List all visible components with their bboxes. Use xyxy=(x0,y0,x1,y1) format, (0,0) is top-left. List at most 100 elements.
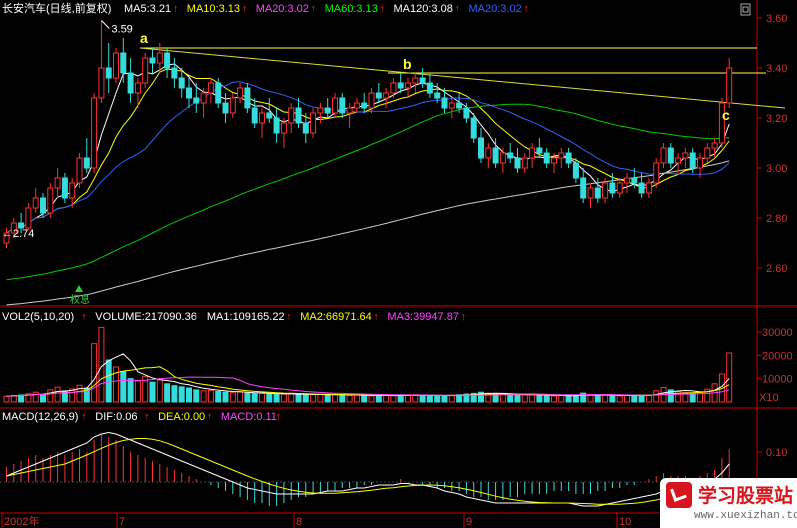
candle-body xyxy=(317,107,324,114)
volume-bar xyxy=(127,378,134,403)
volume-bar xyxy=(105,359,112,403)
candle-body xyxy=(156,52,163,64)
candle-body xyxy=(149,57,156,64)
price-axis: 3.60 3.40 3.20 3.00 2.80 2.60 xyxy=(757,13,787,275)
candle-body xyxy=(69,182,76,199)
window-restore-icon[interactable] xyxy=(740,3,751,16)
candle-body xyxy=(127,72,134,94)
candle-body xyxy=(536,147,543,154)
candle-body xyxy=(711,142,718,149)
volume-bar xyxy=(536,394,543,403)
candle-body xyxy=(186,87,192,99)
header-label: MA1:109165.22 xyxy=(207,311,285,323)
candle-body xyxy=(324,107,331,114)
price-tick-label: 3.20 xyxy=(766,113,787,125)
candle-body xyxy=(76,157,83,184)
volume-bar xyxy=(383,394,390,403)
ma5-line xyxy=(6,63,730,234)
candle-body xyxy=(332,97,338,114)
volume-bar xyxy=(594,394,601,403)
up-arrow-icon: ↑ xyxy=(242,3,248,15)
volume-bar xyxy=(332,394,338,403)
volume-bar xyxy=(251,393,258,403)
up-arrow-icon: ↑ xyxy=(461,311,467,323)
header-label: VOL2(5,10,20) xyxy=(2,311,74,323)
candle-body xyxy=(361,102,368,109)
price-tick-label: 2.80 xyxy=(766,213,787,225)
volume-bar xyxy=(353,394,360,403)
macd-lines xyxy=(6,431,730,507)
up-arrow-icon: ↑ xyxy=(380,3,386,15)
volume-bar xyxy=(237,391,244,403)
up-arrow-icon: ↑ xyxy=(523,3,529,15)
volume-tick-label: 30000 xyxy=(762,327,793,339)
price-tick-label: 3.00 xyxy=(766,163,787,175)
price-tick-label: 2.60 xyxy=(766,263,787,275)
candle-body xyxy=(229,97,236,114)
candle-body xyxy=(638,182,645,194)
candle-body xyxy=(295,107,302,124)
candle-body xyxy=(726,67,733,104)
up-arrow-icon: ↑ xyxy=(311,3,317,15)
downtrend-line xyxy=(139,47,786,109)
volume-bar xyxy=(638,395,645,403)
volume-bar xyxy=(558,394,565,403)
time-label: 7 xyxy=(119,516,125,528)
candle-body xyxy=(645,182,652,194)
candle-body xyxy=(667,147,674,164)
candle-body xyxy=(594,187,601,199)
volume-bar xyxy=(91,343,98,403)
up-arrow-icon: ↑ xyxy=(373,311,379,323)
candle-body xyxy=(266,112,273,119)
candle-body xyxy=(412,77,419,84)
candle-body xyxy=(580,177,587,199)
candle-body xyxy=(193,97,200,104)
candle-body xyxy=(624,177,630,184)
volume-bar xyxy=(645,394,652,403)
chart-annotations: 3.59 ←2.74 权息 a b c xyxy=(2,20,730,306)
candle-body xyxy=(98,67,105,99)
volume-bar xyxy=(441,395,448,403)
candle-body xyxy=(390,82,397,94)
price-indicator-header: 长安汽车(日线,前复权) MA5:3.21 ↑ MA10:3.13 ↑ MA20:3.02… xyxy=(2,1,529,15)
volume-bar xyxy=(273,393,280,403)
candle-body xyxy=(704,147,711,159)
trendlines xyxy=(139,47,786,109)
candle-body xyxy=(697,157,703,169)
up-arrow-icon: ↑ xyxy=(81,411,87,423)
candle-body xyxy=(419,77,426,84)
volume-axis: 30000 20000 10000 X10 xyxy=(757,327,793,404)
price-tick-label: 3.60 xyxy=(766,13,787,25)
candle-body xyxy=(368,92,375,109)
candle-body xyxy=(485,147,492,159)
candle-body xyxy=(609,182,616,194)
volume-bar xyxy=(229,392,236,403)
volume-bar xyxy=(726,352,733,403)
candle-body xyxy=(405,82,411,89)
pattern-point-label: c xyxy=(722,107,730,123)
candle-body xyxy=(200,92,207,104)
volume-bar xyxy=(156,379,163,403)
candle-body xyxy=(25,207,32,229)
volume-bar xyxy=(32,391,39,403)
candle-body xyxy=(470,117,477,139)
up-arrow-icon: ↑ xyxy=(173,3,179,15)
ma10-line xyxy=(6,68,730,234)
volume-bar xyxy=(565,395,572,403)
candle-body xyxy=(675,157,682,164)
volume-bar xyxy=(171,385,178,403)
macd-axis: 0.10 xyxy=(757,447,787,459)
candle-body xyxy=(478,137,484,159)
candle-body xyxy=(339,97,346,114)
volume-bar xyxy=(448,394,455,403)
volume-indicator-header: VOL2(5,10,20) ↑ VOLUME:217090.36↑ MA1:10916… xyxy=(2,311,466,323)
candle-body xyxy=(434,92,441,99)
time-label: 9 xyxy=(466,516,472,528)
high-price-label: 3.59 xyxy=(111,24,132,36)
price-tick-label: 3.40 xyxy=(766,63,787,75)
volume-bar xyxy=(616,395,623,403)
header-label: DIF:0.06 xyxy=(95,411,137,423)
macd-tick-label: 0.10 xyxy=(766,447,787,459)
candle-body xyxy=(565,152,572,164)
volume-bar xyxy=(164,383,171,403)
